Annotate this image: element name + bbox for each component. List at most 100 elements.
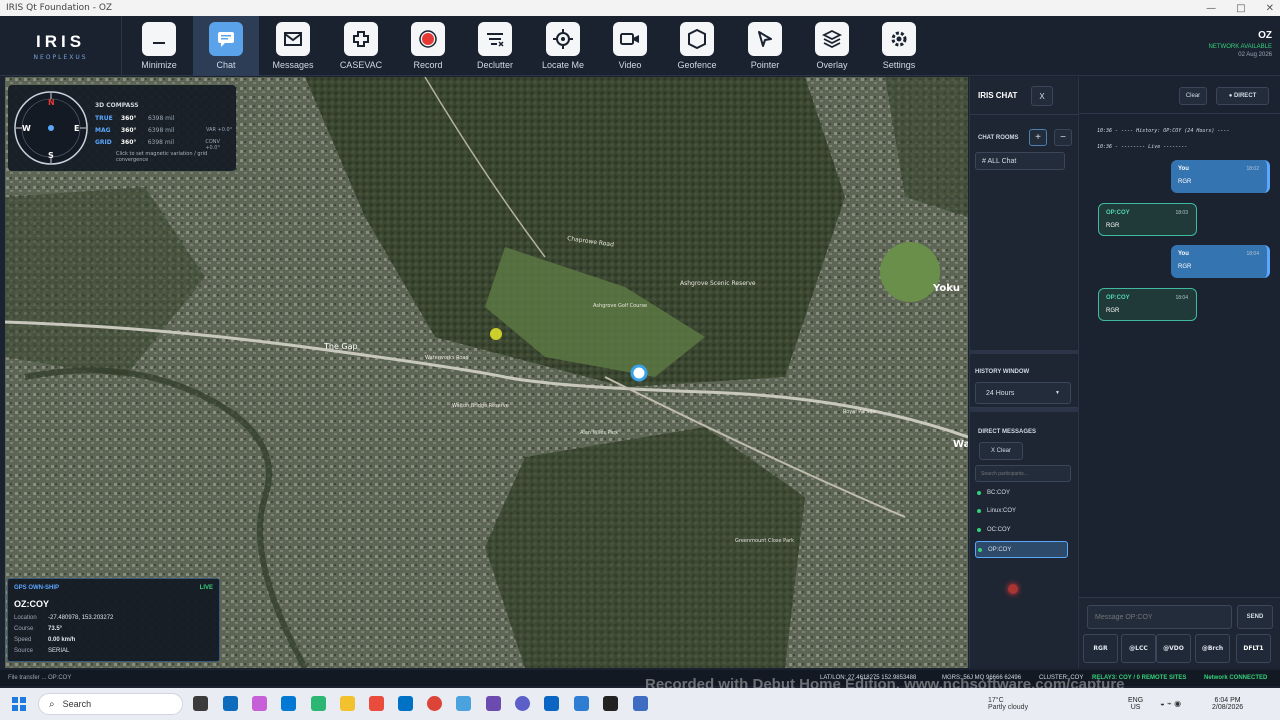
message-text: RGR [1178,179,1192,185]
windows-start-icon[interactable] [12,697,26,711]
dm-title: DIRECT MESSAGES [978,429,1037,435]
history-value: 24 Hours [986,389,1015,397]
compass-panel[interactable]: N E S W 3D COMPASS TRUE 360° 6398 mil MA… [8,85,236,171]
envelope-icon [276,22,310,56]
copilot-icon[interactable] [252,696,267,711]
quick-reply-rgr[interactable]: RGR [1083,634,1118,663]
outlook-icon[interactable] [223,696,238,711]
locate-me-button[interactable]: Locate Me [530,16,596,76]
online-dot-icon [977,528,981,532]
photos-icon[interactable] [311,696,326,711]
window-titlebar: IRIS Qt Foundation - OZ — □ ✕ [0,0,1280,16]
direct-mode-button[interactable]: ● DIRECT [1216,87,1269,105]
room-item-all-chat[interactable]: # ALL Chat [975,152,1065,170]
iris-app-icon[interactable] [574,696,589,711]
message-sender: You [1178,251,1189,257]
map-label-royal-parade-park: Royal Parade [843,409,876,415]
window-minimize-button[interactable]: — [1206,3,1216,14]
message-bubble-incoming: OP:COY 18:03 RGR [1098,203,1197,236]
participant-item[interactable]: Linux:COY [977,508,1016,514]
compass-w: W [22,124,31,133]
overlay-button[interactable]: Overlay [799,16,865,76]
own-position-marker[interactable] [630,364,648,382]
row-mil: 6398 mil [147,139,175,146]
participant-search-input[interactable] [975,465,1071,482]
send-button[interactable]: SEND [1237,605,1273,629]
message-bubble-outgoing: You 18:02 RGR [1171,160,1270,193]
row-key: Course [14,626,34,632]
quick-reply-lcc[interactable]: @LCC [1121,634,1156,663]
chat-icon [209,22,243,56]
clock[interactable]: 6:04 PM 2/08/2026 [1212,688,1243,720]
record-button[interactable]: Record [395,16,461,76]
declutter-button[interactable]: Declutter [462,16,528,76]
quick-reply-dflt1[interactable]: DFLT1 [1236,634,1271,663]
clock-time: 6:04 PM [1214,697,1241,704]
history-section: HISTORY WINDOW 24 Hours ▼ [970,350,1078,408]
edge-icon[interactable] [281,696,296,711]
maps-icon[interactable] [456,696,471,711]
chat-button[interactable]: Chat [193,16,259,76]
compass-row-true: TRUE 360° 6398 mil [95,115,206,122]
weather-widget[interactable]: 17°C Partly cloudy [988,688,1028,720]
row-key: GRID [95,139,112,146]
window-maximize-button[interactable]: □ [1236,3,1245,14]
terminal-icon[interactable] [603,696,618,711]
pointer-button[interactable]: Pointer [732,16,798,76]
quick-reply-brch[interactable]: @Brch [1195,634,1230,663]
file-explorer-icon[interactable] [340,696,355,711]
dell-icon[interactable] [398,696,413,711]
participant-item[interactable]: OC:COY [977,527,1011,533]
participant-name: OC:COY [987,527,1011,533]
message-sender: OP:COY [1106,295,1130,301]
message-bubble-outgoing: You 18:04 RGR [1171,245,1270,278]
task-view-icon[interactable] [193,696,208,711]
compass-hint[interactable]: Click to set magnetic variation / grid c… [116,151,236,163]
weather-desc: Partly cloudy [988,704,1029,711]
clear-conversation-button[interactable]: Clear [1179,87,1207,105]
language-indicator[interactable]: ENG US [1128,688,1143,720]
system-tray-icons[interactable]: ◒ ⌁ ◉ [1160,699,1181,708]
recorder-icon[interactable] [633,696,648,711]
chat-conversation-panel: Clear ● DIRECT 10:36 - ---- History: OP:… [1078,77,1280,668]
taskbar-search[interactable]: ⌕ Search [38,693,183,715]
jetbrains-icon[interactable] [369,696,384,711]
row-extra: VAR +0.0° [206,127,233,133]
own-callsign: OZ [1258,30,1272,41]
message-input[interactable] [1087,605,1232,629]
geofence-button[interactable]: Geofence [664,16,730,76]
obs-icon[interactable] [515,696,530,711]
dm-clear-button[interactable]: X Clear [979,442,1023,460]
message-time: 18:04 [1246,251,1259,257]
online-dot-icon [977,509,981,513]
participant-item[interactable]: BC:COY [977,490,1010,496]
message-text: RGR [1106,223,1120,229]
minimize-button[interactable]: Minimize [126,16,192,76]
app-icon[interactable] [486,696,501,711]
logo-subtitle: NEOPLEXUS [33,53,88,61]
compass-e: E [74,124,79,133]
participant-item-selected[interactable]: OP:COY [975,541,1068,558]
chrome-icon[interactable] [427,696,442,711]
messages-button[interactable]: Messages [260,16,326,76]
logo-title: IRIS [35,31,86,51]
video-button[interactable]: Video [597,16,663,76]
quick-reply-vdo[interactable]: @VDO [1156,634,1191,663]
add-room-button[interactable]: + [1029,129,1047,146]
chat-close-button[interactable]: X [1031,86,1053,106]
message-time: 18:03 [1175,210,1188,216]
lang-primary: ENG [1128,697,1144,704]
history-select[interactable]: 24 Hours ▼ [975,382,1071,404]
system-line: 10:36 - ---- History: OP:COY (24 Hours) … [1097,128,1230,134]
map-label-alan-wiles: Alan Wiles Park [580,430,618,436]
linkedin-icon[interactable] [544,696,559,711]
settings-button[interactable]: Settings [866,16,932,76]
window-close-button[interactable]: ✕ [1266,3,1274,14]
declutter-icon [478,22,512,56]
chevron-down-icon: ▼ [1055,390,1060,396]
remove-room-button[interactable]: − [1054,129,1072,146]
map-pointer-marker[interactable] [490,328,502,340]
gps-row-source: Source SERIAL [14,648,69,654]
row-mil: 6398 mil [148,115,175,122]
casevac-button[interactable]: CASEVAC [328,16,394,76]
